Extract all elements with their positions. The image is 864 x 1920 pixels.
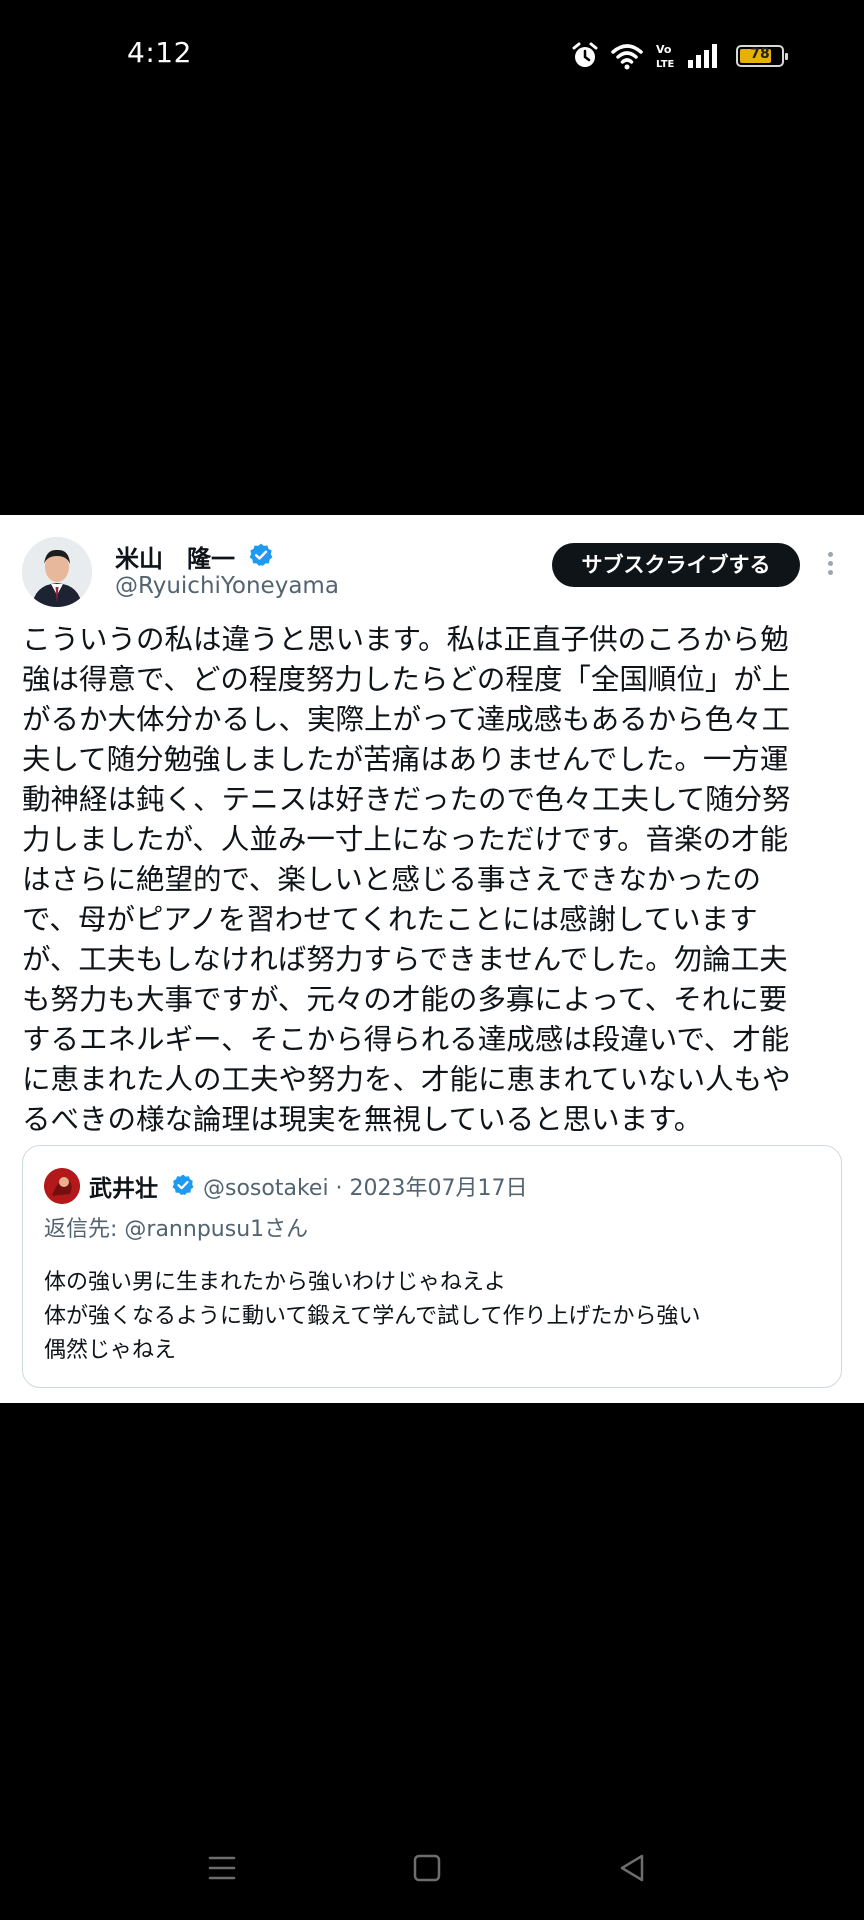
wifi-icon <box>611 44 643 70</box>
author-avatar[interactable] <box>22 537 92 607</box>
quote-reply-to[interactable]: 返信先: @rannpusu1さん <box>44 1211 308 1243</box>
subscribe-button[interactable]: サブスクライブする <box>552 543 800 587</box>
battery-nub <box>785 53 788 60</box>
signal-icon <box>688 44 717 68</box>
svg-text:LTE: LTE <box>656 59 675 70</box>
svg-text:Vo: Vo <box>656 43 672 56</box>
quote-verified-icon <box>172 1174 194 1195</box>
avatar-image <box>22 537 92 607</box>
quote-text: 体の強い男に生まれたから強いわけじゃねえよ 体が強くなるように動いて鍛えて学んで… <box>44 1270 701 1363</box>
volte-icon: Vo LTE <box>656 43 675 70</box>
home-square-icon[interactable] <box>407 1848 447 1888</box>
quote-handle-date[interactable]: @sosotakei · 2023年07月17日 <box>203 1170 528 1202</box>
verified-icon <box>249 543 273 566</box>
quote-author-avatar[interactable] <box>44 1168 80 1204</box>
navigation-bar <box>0 1840 864 1896</box>
quote-author-name[interactable]: 武井壮 <box>89 1169 158 1203</box>
status-icons: Vo LTE 78 <box>570 36 788 76</box>
status-bar: 4:12 Vo LTE 78 <box>0 0 864 110</box>
menu-icon[interactable] <box>202 1848 242 1888</box>
back-triangle-icon[interactable] <box>612 1848 652 1888</box>
tweet-text: こういうの私は違うと思います。私は正直子供のころから勉 強は得意で、どの程度努力… <box>22 623 791 1136</box>
author-name[interactable]: 米山 隆一 <box>115 539 235 574</box>
tweet-card[interactable]: 米山 隆一 @RyuichiYoneyama サブスクライブする こういうの私は… <box>0 515 864 1403</box>
battery-indicator: 78 <box>736 45 788 67</box>
status-time: 4:12 <box>127 36 192 69</box>
quote-avatar-image <box>44 1168 80 1204</box>
quoted-tweet[interactable]: 武井壮 @sosotakei · 2023年07月17日 返信先: @rannp… <box>22 1145 842 1388</box>
more-options-icon[interactable] <box>820 548 840 584</box>
battery-level: 78 <box>750 46 770 62</box>
author-handle[interactable]: @RyuichiYoneyama <box>115 573 339 599</box>
alarm-icon <box>572 42 598 67</box>
